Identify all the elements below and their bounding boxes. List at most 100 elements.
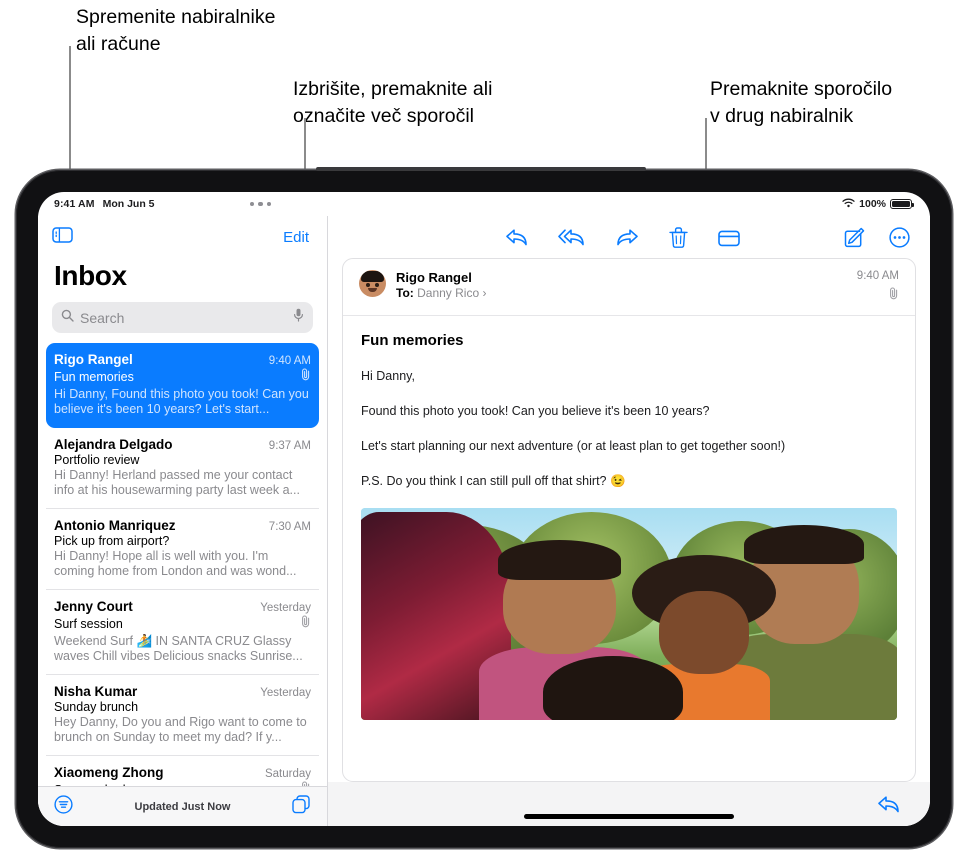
message-paragraph: Hi Danny, <box>361 369 415 383</box>
message-scroll-area[interactable]: Rigo Rangel To: Danny Rico › 9:40 AM Fun… <box>328 258 930 782</box>
message-detail-pane: Rigo Rangel To: Danny Rico › 9:40 AM Fun… <box>328 216 930 826</box>
message-preview: Hi Danny! Herland passed me your contact… <box>54 468 300 497</box>
sidebar-toggle-icon[interactable] <box>52 226 73 248</box>
message-row-top: Alejandra Delgado 9:37 AM <box>54 437 311 452</box>
message-sender: Nisha Kumar <box>54 684 138 699</box>
recipient-row[interactable]: To: Danny Rico › <box>396 286 857 300</box>
wifi-icon <box>842 198 855 211</box>
message-subject: Portfolio review <box>54 453 140 467</box>
message-toolbar <box>328 216 930 258</box>
detail-bottom-bar <box>328 782 930 826</box>
message-row-subject: Portfolio review <box>54 453 311 467</box>
message-preview: Hey Danny, Do you and Rigo want to come … <box>54 715 307 744</box>
message-time: 9:40 AM <box>268 355 311 367</box>
callout-change-mailboxes: Spremenite nabiralnike ali račune <box>76 6 276 55</box>
reply-all-icon[interactable] <box>557 227 586 248</box>
home-indicator[interactable] <box>524 814 734 819</box>
message-row-top: Antonio Manriquez 7:30 AM <box>54 518 311 533</box>
status-bar: 9:41 AM Mon Jun 5 100% <box>38 192 930 216</box>
recipient-name: Danny Rico <box>417 286 480 300</box>
message-row-top: Jenny Court Yesterday <box>54 599 311 614</box>
page-title: Inbox <box>54 260 127 291</box>
microphone-icon[interactable] <box>293 308 304 327</box>
sender-name: Rigo Rangel <box>396 270 472 285</box>
reply-icon[interactable] <box>505 227 528 248</box>
message-sender: Antonio Manriquez <box>54 518 176 533</box>
message-time: Yesterday <box>260 602 311 614</box>
message-preview: Weekend Surf 🏄 IN SANTA CRUZ Glassy wave… <box>54 634 303 663</box>
list-item[interactable]: Nisha Kumar Yesterday Sunday brunch Hey … <box>46 675 319 756</box>
message-body: Fun memories Hi Danny, Found this photo … <box>343 316 915 720</box>
message-header-right: 9:40 AM <box>857 270 899 305</box>
message-time: 9:37 AM <box>268 440 311 452</box>
message-list[interactable]: Rigo Rangel 9:40 AM Fun memories Hi Dann… <box>38 343 327 786</box>
search-placeholder: Search <box>80 309 125 326</box>
message-sender: Jenny Court <box>54 599 133 614</box>
filter-icon[interactable] <box>54 794 73 819</box>
message-row-top: Xiaomeng Zhong Saturday <box>54 765 311 780</box>
message-subject: Surf session <box>54 617 123 631</box>
message-header-text: Rigo Rangel To: Danny Rico › <box>396 270 857 305</box>
ipad-screen: 9:41 AM Mon Jun 5 100% Edit Inbox Search… <box>38 192 930 826</box>
message-sender: Rigo Rangel <box>54 352 133 367</box>
paperclip-icon <box>301 368 311 386</box>
message-row-top: Nisha Kumar Yesterday <box>54 684 311 699</box>
search-icon <box>61 309 74 327</box>
list-item[interactable]: Jenny Court Yesterday Surf session Weeke… <box>46 590 319 675</box>
callout-move-message: Premaknite sporočilo v drug nabiralnik <box>710 78 893 127</box>
reply-icon[interactable] <box>877 795 900 814</box>
status-indicators: 100% <box>842 198 915 211</box>
paperclip-icon <box>301 781 311 786</box>
search-input[interactable]: Search <box>52 302 313 333</box>
multitasking-dots-icon[interactable] <box>249 201 271 207</box>
chevron-right-icon: › <box>482 286 487 300</box>
message-row-subject: Surf session <box>54 615 311 633</box>
compose-icon[interactable] <box>844 227 865 248</box>
new-window-icon[interactable] <box>292 794 311 819</box>
message-row-subject: Fun memories <box>54 368 311 386</box>
list-item[interactable]: Rigo Rangel 9:40 AM Fun memories Hi Dann… <box>46 343 319 428</box>
message-row-top: Rigo Rangel 9:40 AM <box>54 352 311 367</box>
avatar <box>359 270 386 297</box>
mail-sidebar: Edit Inbox Search Rigo Rangel 9:40 AM Fu… <box>38 216 328 826</box>
message-row-subject: Pick up from airport? <box>54 534 311 548</box>
message-time: Yesterday <box>260 687 311 699</box>
message-time: 9:40 AM <box>856 270 899 282</box>
more-options-icon[interactable] <box>889 226 910 248</box>
message-preview: Hi Danny, Found this photo you took! Can… <box>54 387 309 416</box>
status-time: 9:41 AM <box>54 198 95 210</box>
message-subject: Summer barbecue <box>54 783 301 786</box>
list-item[interactable]: Alejandra Delgado 9:37 AM Portfolio revi… <box>46 428 319 509</box>
app-body: Edit Inbox Search Rigo Rangel 9:40 AM Fu… <box>38 216 930 826</box>
screenshot-root: Spremenite nabiralnike ali račune Izbriš… <box>0 0 968 857</box>
group-selfie-photo[interactable] <box>361 508 897 720</box>
message-row-subject: Sunday brunch <box>54 700 311 714</box>
callout-edit-messages: Izbrišite, premaknite ali označite več s… <box>293 78 493 127</box>
trash-icon[interactable] <box>668 226 688 248</box>
message-sender: Alejandra Delgado <box>54 437 173 452</box>
paperclip-icon <box>857 287 899 305</box>
message-card: Rigo Rangel To: Danny Rico › 9:40 AM Fun… <box>342 258 916 782</box>
message-row-subject: Summer barbecue <box>54 781 311 786</box>
paperclip-icon <box>301 615 311 633</box>
message-paragraph: Let's start planning our next adventure … <box>361 439 786 453</box>
message-subject: Fun memories <box>361 332 464 349</box>
message-paragraph: Found this photo you took! Can you belie… <box>361 404 710 418</box>
message-time: 7:30 AM <box>268 521 311 533</box>
battery-percent: 100% <box>859 198 886 210</box>
message-time: Saturday <box>264 768 311 780</box>
to-label: To: <box>396 286 414 300</box>
message-preview: Hi Danny! Hope all is well with you. I'm… <box>54 549 297 578</box>
list-item[interactable]: Antonio Manriquez 7:30 AM Pick up from a… <box>46 509 319 590</box>
move-to-folder-icon[interactable] <box>717 227 740 248</box>
status-date: Mon Jun 5 <box>102 198 155 210</box>
message-subject: Fun memories <box>54 370 134 384</box>
edit-button[interactable]: Edit <box>283 229 309 246</box>
forward-icon[interactable] <box>616 227 639 248</box>
sidebar-bottom-toolbar: Updated Just Now <box>38 786 327 826</box>
list-item[interactable]: Xiaomeng Zhong Saturday Summer barbecue … <box>46 756 319 786</box>
ipad-device-frame: 9:41 AM Mon Jun 5 100% Edit Inbox Search… <box>16 167 952 848</box>
update-status: Updated Just Now <box>134 800 231 813</box>
battery-icon <box>890 198 915 210</box>
message-subject: Pick up from airport? <box>54 534 170 548</box>
